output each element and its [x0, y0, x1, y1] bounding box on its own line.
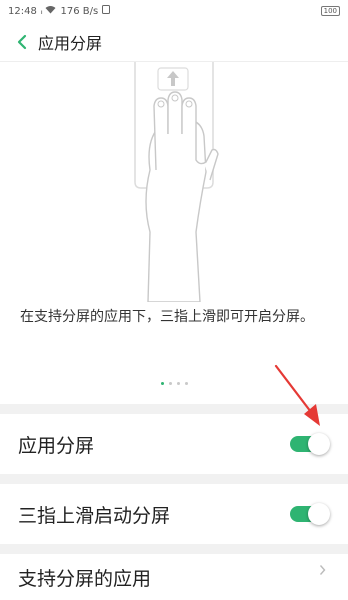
gesture-illustration: [0, 62, 348, 303]
header-bar: 应用分屏: [0, 22, 348, 62]
supported-apps-label: 支持分屏的应用: [18, 568, 152, 590]
page-indicator: [0, 382, 348, 385]
three-finger-row[interactable]: 三指上滑启动分屏: [0, 484, 348, 544]
app-split-row[interactable]: 应用分屏: [0, 414, 348, 474]
toggle-knob: [308, 433, 330, 455]
chevron-left-icon: [17, 34, 27, 49]
back-button[interactable]: [10, 30, 34, 54]
page-dot: [160, 382, 164, 385]
page-dot: [184, 382, 188, 385]
sim-icon: [102, 5, 111, 17]
section-divider: [0, 474, 348, 484]
toggle-knob: [308, 503, 330, 525]
status-time: 12:48: [8, 5, 37, 17]
three-finger-label: 三指上滑启动分屏: [18, 504, 171, 527]
wifi-icon: [45, 5, 56, 17]
battery-indicator: 100: [320, 6, 340, 16]
status-bar: 12:48 ₗₗ 176 B/s 100: [0, 0, 348, 22]
page-dot: [168, 382, 172, 385]
feature-description: 在支持分屏的应用下，三指上滑即可开启分屏。: [20, 309, 314, 325]
section-divider: [0, 404, 348, 414]
page-title: 应用分屏: [38, 33, 103, 53]
three-finger-toggle[interactable]: [290, 503, 330, 525]
app-split-label: 应用分屏: [18, 434, 95, 457]
page-dot: [176, 382, 180, 385]
supported-apps-row[interactable]: 支持分屏的应用: [0, 554, 348, 600]
app-split-toggle[interactable]: [290, 433, 330, 455]
signal-icon: ₗₗ: [40, 6, 42, 16]
net-speed: 176 B/s: [60, 5, 99, 17]
section-divider: [0, 544, 348, 554]
chevron-right-icon: [319, 564, 326, 580]
